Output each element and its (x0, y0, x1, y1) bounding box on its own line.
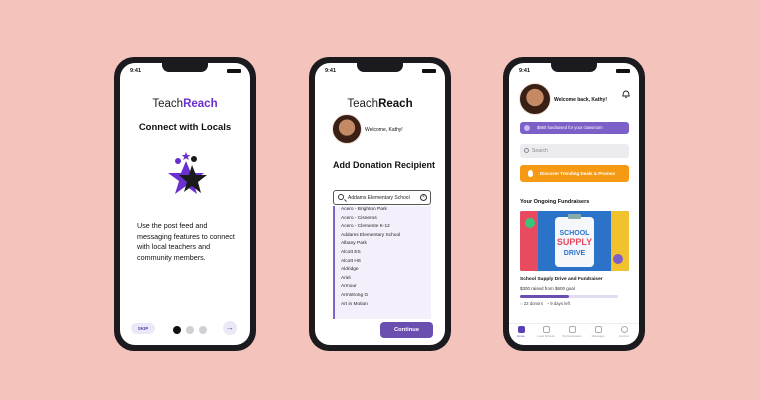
avatar[interactable] (519, 83, 551, 115)
trending-label: Discover Trending Deals & Promos (540, 171, 616, 176)
phone-dashboard: 9:41 Welcome back, Kathy! $560 fundraise… (503, 57, 645, 351)
dropdown-option[interactable]: Art in Motion (335, 301, 431, 310)
screen: 9:41 Welcome back, Kathy! $560 fundraise… (509, 63, 639, 345)
page-title: Connect with Locals (138, 122, 232, 133)
app-logo: TeachReach (120, 98, 250, 110)
progress-bar (520, 295, 618, 298)
welcome-text: Welcome, Kathy! (365, 127, 403, 133)
raised-banner-text: $560 fundraised for your classroom (537, 125, 603, 130)
dropdown-option[interactable]: Armour (335, 283, 431, 292)
recipient-search-input[interactable]: Addams Elementary School × (333, 190, 431, 205)
raised-banner[interactable]: $560 fundraised for your classroom (520, 122, 629, 134)
notch (551, 63, 597, 72)
dropdown-option[interactable]: Albany Park (335, 240, 431, 249)
money-icon (524, 125, 530, 131)
next-arrow-button[interactable]: → (223, 321, 237, 335)
status-time: 9:41 (130, 68, 142, 74)
welcome-text: Welcome back, Kathy! (554, 97, 607, 103)
status-time: 9:41 (325, 68, 337, 74)
bell-icon[interactable] (621, 89, 631, 99)
fundraiser-meta: ◌ 22 donors ◔ 9 days left (520, 301, 570, 306)
avatar[interactable] (332, 114, 362, 144)
donors-count: 22 donors (523, 301, 543, 306)
nav-label: Account (618, 334, 630, 338)
brand-part-1: Teach (347, 98, 379, 110)
dropdown-option[interactable]: Aldridge (335, 266, 431, 275)
battery-icon (227, 69, 241, 73)
dropdown-option[interactable]: Alcott HS (335, 258, 431, 267)
continue-button[interactable]: Continue (380, 322, 433, 338)
days-left: 9 days left (550, 301, 570, 306)
banner-text-1: SCHOOL (560, 230, 591, 237)
heart-icon (568, 326, 576, 333)
donors-icon: ◌ (520, 301, 523, 306)
nav-my-fundraisers[interactable]: My Fundraisers (561, 326, 583, 338)
community-stars-icon (168, 152, 207, 194)
brand-part-2: Reach (378, 98, 413, 110)
progress-fill (520, 295, 569, 298)
battery-icon (616, 69, 630, 73)
school-icon (542, 326, 550, 333)
trending-deals-button[interactable]: Discover Trending Deals & Promos (520, 165, 629, 182)
message-icon (594, 326, 602, 333)
screen: 9:41 TeachReach Welcome, Kathy! Add Dona… (315, 63, 445, 345)
search-value: Addams Elementary School (348, 195, 410, 201)
dropdown-option[interactable]: Acero - Brighton Park (335, 206, 431, 215)
screen: 9:41 TeachReach Connect with Locals Use … (120, 63, 250, 345)
recipient-dropdown[interactable]: Acero - Brighton Park Acero - Cisneros A… (333, 206, 431, 319)
fundraiser-raised: $300 raised from $600 goal (520, 286, 575, 291)
phone-onboarding: 9:41 TeachReach Connect with Locals Use … (114, 57, 256, 351)
pager-dot-3[interactable] (199, 326, 207, 334)
nav-home[interactable]: Home (510, 326, 532, 338)
phone-add-recipient: 9:41 TeachReach Welcome, Kathy! Add Dona… (309, 57, 451, 351)
banner-text-3: DRIVE (564, 250, 586, 257)
nav-label: Messages (591, 334, 605, 338)
nav-messages[interactable]: Messages (587, 326, 609, 338)
brand-part-1: Teach (152, 98, 184, 110)
search-icon (338, 194, 344, 200)
skip-button[interactable]: SKIP (131, 323, 155, 334)
status-time: 9:41 (519, 68, 531, 74)
bottom-nav: Home Local Schools My Fundraisers Messag… (509, 323, 639, 345)
fundraiser-banner-image[interactable]: SCHOOL SUPPLY DRIVE (520, 211, 629, 271)
clock-icon: ◔ (546, 301, 550, 306)
fundraiser-title[interactable]: School Supply Drive and Fundraiser (520, 277, 603, 282)
app-logo: TeachReach (315, 98, 445, 110)
home-icon (517, 326, 525, 333)
nav-label: Local Schools (537, 334, 555, 338)
nav-label: My Fundraisers (562, 334, 582, 338)
nav-account[interactable]: Account (613, 326, 635, 338)
onboarding-description: Use the post feed and messaging features… (137, 221, 235, 262)
brand-part-2: Reach (183, 98, 218, 110)
notch (162, 63, 208, 72)
dropdown-option[interactable]: Acero - Clemente K-12 (335, 223, 431, 232)
clear-icon[interactable]: × (420, 194, 427, 201)
banner-text-2: SUPPLY (557, 237, 592, 247)
dropdown-option[interactable]: Armstrong G (335, 292, 431, 301)
search-input[interactable]: Search (520, 144, 629, 158)
notch (357, 63, 403, 72)
nav-local-schools[interactable]: Local Schools (535, 326, 557, 338)
account-icon (620, 326, 628, 333)
pager-dot-2[interactable] (186, 326, 194, 334)
dropdown-option[interactable]: Alcott ES (335, 249, 431, 258)
dropdown-option[interactable]: Addams Elementary School (335, 232, 431, 241)
search-placeholder: Search (532, 148, 548, 154)
nav-label: Home (517, 334, 525, 338)
dropdown-option[interactable]: Acero - Cisneros (335, 215, 431, 224)
pager-dot-1[interactable] (173, 326, 181, 334)
battery-icon (422, 69, 436, 73)
dropdown-option[interactable]: Ariel (335, 275, 431, 284)
section-title: Your Ongoing Fundraisers (520, 199, 590, 205)
fire-icon (528, 170, 533, 177)
page-title: Add Donation Recipient (333, 160, 435, 170)
search-icon (524, 148, 529, 153)
